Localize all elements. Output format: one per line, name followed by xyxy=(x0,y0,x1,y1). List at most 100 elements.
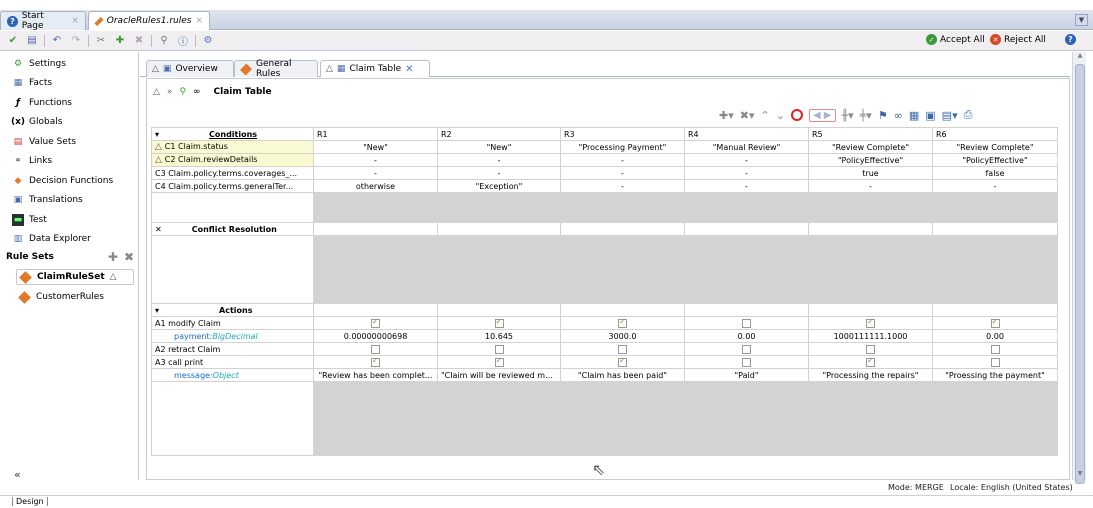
checkbox[interactable] xyxy=(990,357,1000,367)
condition-cell[interactable]: - xyxy=(684,179,809,193)
condition-cell[interactable]: "New" xyxy=(437,140,561,154)
action-checkbox-cell[interactable] xyxy=(808,342,933,356)
parameter-label[interactable]: message:Object xyxy=(151,368,314,382)
action-checkbox-cell[interactable] xyxy=(684,355,809,369)
nav-item-links[interactable]: ⚭ Links xyxy=(12,153,52,169)
checkbox[interactable] xyxy=(371,357,380,367)
rule-set-claimruleset[interactable]: ClaimRuleSet △ xyxy=(16,269,134,285)
action-checkbox-cell[interactable] xyxy=(684,342,809,356)
add-icon[interactable]: ✚▾ xyxy=(719,109,734,122)
tab-claim-table[interactable]: △ ▦ Claim Table ✕ xyxy=(320,60,430,77)
nav-item-functions[interactable]: ƒ Functions xyxy=(12,95,72,111)
disable-icon[interactable] xyxy=(790,109,803,121)
remove-icon[interactable]: ✖ xyxy=(132,34,146,48)
parameter-cell[interactable]: 0.00000000698 xyxy=(313,329,438,343)
action-checkbox-cell[interactable] xyxy=(560,316,685,330)
print-icon[interactable]: ⎙ xyxy=(964,108,973,122)
nav-item-decision-functions[interactable]: ◆ Decision Functions xyxy=(12,173,114,189)
undo-icon[interactable]: ↶ xyxy=(50,34,64,48)
checkbox[interactable] xyxy=(866,357,875,367)
action-checkbox-cell[interactable] xyxy=(313,342,438,356)
action-checkbox-cell[interactable] xyxy=(313,316,438,330)
parameter-cell[interactable]: "Review has been complet... xyxy=(313,368,438,382)
parameter-cell[interactable]: "Processing the repairs" xyxy=(808,368,933,382)
condition-cell[interactable]: - xyxy=(560,166,685,180)
collapse-icon[interactable]: ▾ xyxy=(155,306,159,315)
find-conflicts-icon[interactable]: ∞ xyxy=(894,109,903,122)
condition-label[interactable]: C4 Claim.policy.terms.generalTer... xyxy=(151,179,314,193)
action-checkbox-cell[interactable] xyxy=(932,342,1058,356)
tab-general-rules[interactable]: General Rules xyxy=(234,59,318,79)
scrollbar-thumb[interactable] xyxy=(1075,64,1085,484)
add-icon[interactable]: ✚ xyxy=(113,34,127,48)
split-table-icon[interactable]: ╫▾ xyxy=(842,109,854,122)
action-checkbox-cell[interactable] xyxy=(932,355,1058,369)
move-down-icon[interactable]: ⌄ xyxy=(776,109,785,122)
action-checkbox-cell[interactable] xyxy=(808,316,933,330)
tab-start-page[interactable]: ? Start Page × xyxy=(0,11,86,31)
advanced-icon[interactable]: ▦ xyxy=(909,109,919,122)
close-icon[interactable]: × xyxy=(71,16,79,26)
conditions-header[interactable]: ▾ Conditions xyxy=(151,127,314,141)
add-rule-set-icon[interactable]: ✚ xyxy=(108,250,118,264)
condition-cell[interactable]: "Manual Review" xyxy=(684,140,809,154)
parameter-label[interactable]: payment:BigDecimal xyxy=(151,329,314,343)
checkbox[interactable] xyxy=(742,318,751,328)
condition-cell[interactable]: - xyxy=(313,153,438,167)
search-icon[interactable]: ⚲ xyxy=(179,87,186,97)
save-icon[interactable]: ▤ xyxy=(25,34,39,48)
condition-cell[interactable]: - xyxy=(808,179,933,193)
action-label[interactable]: A2 retract Claim xyxy=(151,342,314,356)
parameter-cell[interactable]: 0.00 xyxy=(932,329,1058,343)
condition-label[interactable]: C3 Claim.policy.terms.coverages_... xyxy=(151,166,314,180)
checkbox[interactable] xyxy=(742,344,751,354)
close-tab-icon[interactable]: ✕ xyxy=(405,64,413,75)
action-checkbox-cell[interactable] xyxy=(560,355,685,369)
condition-cell[interactable]: - xyxy=(684,166,809,180)
condition-cell[interactable]: - xyxy=(437,153,561,167)
condition-cell[interactable]: true xyxy=(808,166,933,180)
nav-item-test[interactable]: ▬ Test xyxy=(12,212,47,228)
vertical-scrollbar[interactable]: ▲ ▼ xyxy=(1072,52,1087,484)
action-label[interactable]: A3 call print xyxy=(151,355,314,369)
tab-rules-file[interactable]: OracleRules1.rules × xyxy=(88,11,210,30)
condition-cell[interactable]: "Review Complete" xyxy=(932,140,1058,154)
tab-design[interactable]: Design xyxy=(12,497,48,506)
expand-icon[interactable]: » xyxy=(167,87,173,97)
column-header[interactable]: R6 xyxy=(932,127,1058,141)
parameter-cell[interactable]: 10.645 xyxy=(437,329,561,343)
checkbox[interactable] xyxy=(371,344,380,354)
binoculars-icon[interactable]: ∞ xyxy=(193,87,201,97)
condition-cell[interactable]: false xyxy=(932,166,1058,180)
condition-cell[interactable]: "Exception" xyxy=(437,179,561,193)
column-header[interactable]: R5 xyxy=(808,127,933,141)
validate-icon[interactable]: ✔ xyxy=(6,34,20,48)
condition-cell[interactable]: "New" xyxy=(313,140,438,154)
checkbox[interactable] xyxy=(618,344,627,354)
nav-item-translations[interactable]: ▣ Translations xyxy=(12,192,83,208)
scroll-down-arrow[interactable]: ▼ xyxy=(1073,470,1087,480)
nav-item-facts[interactable]: ▦ Facts xyxy=(12,75,52,91)
redo-icon[interactable]: ↷ xyxy=(69,34,83,48)
condition-cell[interactable]: otherwise xyxy=(313,179,438,193)
column-header[interactable]: R1 xyxy=(313,127,438,141)
checkbox[interactable] xyxy=(494,344,504,354)
close-icon[interactable]: ✕ xyxy=(155,225,162,234)
parameter-cell[interactable]: 3000.0 xyxy=(560,329,685,343)
parameter-cell[interactable]: "Claim has been paid" xyxy=(560,368,685,382)
delete-icon[interactable]: ✖▾ xyxy=(740,109,755,122)
accept-all-button[interactable]: ✓ Accept All xyxy=(926,34,985,45)
link-icon[interactable]: ⚲ xyxy=(157,34,171,48)
checkbox[interactable] xyxy=(494,357,504,367)
condition-cell[interactable]: "Processing Payment" xyxy=(560,140,685,154)
column-header[interactable]: R4 xyxy=(684,127,809,141)
restore-window-icon[interactable]: ▼ xyxy=(1075,14,1088,26)
condition-label[interactable]: △ C1 Claim.status xyxy=(151,140,314,154)
checkbox[interactable] xyxy=(990,318,1000,328)
collapse-panel-icon[interactable]: « xyxy=(14,468,21,481)
reject-all-button[interactable]: ✕ Reject All xyxy=(990,34,1046,45)
condition-cell[interactable]: - xyxy=(684,153,809,167)
parameter-cell[interactable]: 1000111111.1000 xyxy=(808,329,933,343)
action-checkbox-cell[interactable] xyxy=(560,342,685,356)
help-icon[interactable]: ? xyxy=(1065,34,1076,45)
